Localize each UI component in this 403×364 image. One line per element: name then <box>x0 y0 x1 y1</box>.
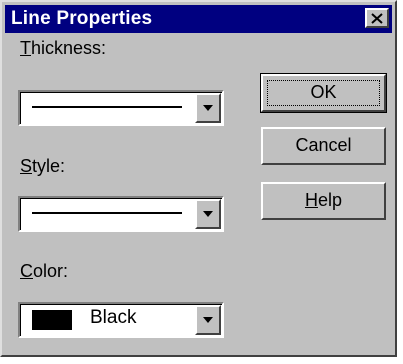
style-dropdown-button[interactable] <box>195 199 221 229</box>
style-label-text: Style: <box>20 156 66 176</box>
thickness-dropdown[interactable] <box>18 90 224 126</box>
chevron-down-icon <box>203 105 213 111</box>
color-label-text: Color: <box>20 261 69 281</box>
ok-button[interactable]: OK <box>260 73 387 113</box>
line-properties-dialog: Line Properties Thickness: Style: Color:… <box>0 0 397 357</box>
close-button[interactable] <box>365 8 389 28</box>
chevron-down-icon <box>203 317 213 323</box>
thickness-label-text: Thickness: <box>20 38 107 58</box>
color-value: Black <box>90 307 137 328</box>
focus-indicator <box>267 80 380 106</box>
color-dropdown[interactable]: Black <box>18 302 224 338</box>
color-swatch <box>32 310 72 330</box>
cancel-label: Cancel <box>295 135 352 155</box>
help-label: Help <box>304 190 343 210</box>
thickness-field <box>20 92 222 124</box>
title-bar[interactable]: Line Properties <box>5 5 392 33</box>
dialog-title: Line Properties <box>11 8 153 29</box>
style-dropdown[interactable] <box>18 196 224 232</box>
thickness-dropdown-button[interactable] <box>195 93 221 123</box>
color-dropdown-button[interactable] <box>195 305 221 335</box>
close-icon <box>371 12 383 24</box>
style-field <box>20 198 222 230</box>
style-label: Style: <box>20 156 65 177</box>
help-button[interactable]: Help <box>261 182 386 220</box>
chevron-down-icon <box>203 211 213 217</box>
thickness-label: Thickness: <box>20 38 106 59</box>
cancel-button[interactable]: Cancel <box>261 127 386 165</box>
color-label: Color: <box>20 261 68 282</box>
style-line-sample <box>32 212 182 214</box>
thickness-line-sample <box>32 106 182 108</box>
